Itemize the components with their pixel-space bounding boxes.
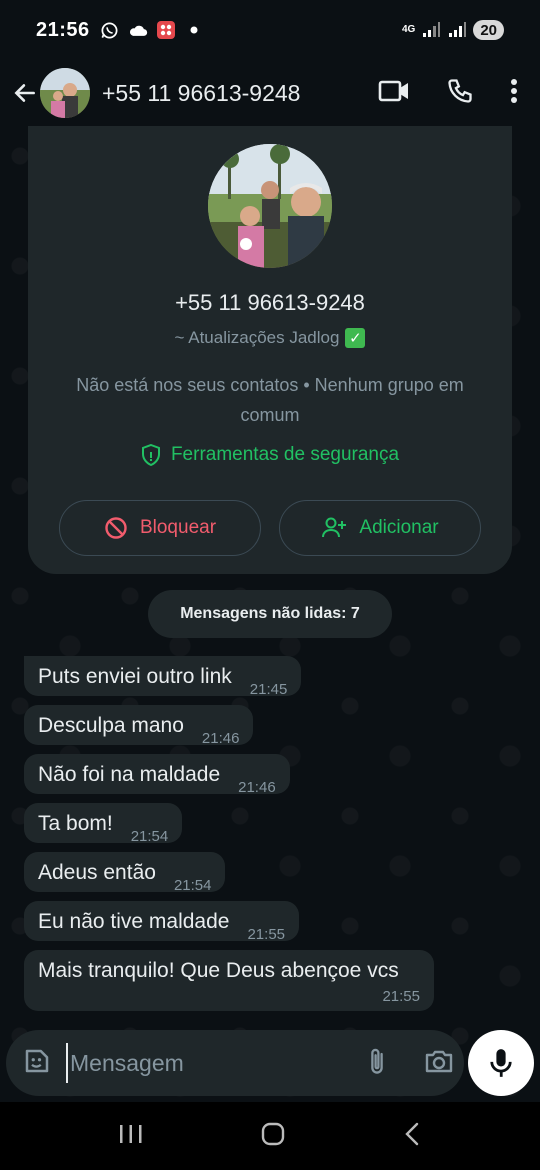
contact-avatar[interactable] [40,68,90,118]
message-bubble[interactable]: Ta bom! 21:54 [24,803,183,845]
app-notification-icon [156,20,176,40]
message-time: 21:55 [247,926,286,943]
back-arrow-icon [14,84,35,102]
home-button[interactable] [260,1121,286,1152]
message-bubble[interactable]: Puts enviei outro link 21:45 [24,656,302,698]
phone-icon [448,78,472,103]
message-time: 21:54 [130,828,169,845]
avatar-photo-icon [40,68,90,118]
profile-photo-icon [208,144,332,268]
message-text: Adeus então [38,861,156,884]
recent-apps-icon [120,1124,142,1143]
message-text: Mais tranquilo! Que Deus abençoe vcs [38,959,399,982]
message-time: 21:55 [382,988,420,1005]
home-icon [261,1122,285,1145]
back-button[interactable] [10,78,40,108]
voice-message-button[interactable] [468,1030,534,1096]
message-text: Puts enviei outro link [38,665,232,688]
message-bubble[interactable]: Eu não tive maldade 21:55 [24,901,300,943]
nav-back-icon [405,1122,419,1145]
system-navigation-bar [0,1102,540,1170]
notification-icons [100,20,204,40]
card-phone-number: +55 11 96613-9248 [175,290,365,315]
cloud-icon [128,20,148,40]
signal-2-icon [447,20,467,40]
safety-tools-label: Ferramentas de segurança [170,444,400,465]
push-name: ~ Atualizações Jadlog [174,328,340,347]
more-options-button[interactable] [510,78,518,109]
message-text: Ta bom! [38,812,113,835]
signal-icon [421,20,441,40]
card-subtitle: ~ Atualizações Jadlog ✓ [175,328,366,348]
message-bubble[interactable]: Adeus então 21:54 [24,852,226,894]
more-options-icon [511,78,517,103]
contact-profile-photo[interactable] [208,144,332,268]
recent-apps-button[interactable] [118,1123,144,1150]
card-actions: Bloquear Adicionar [59,500,481,556]
message-time: 21:46 [201,730,240,747]
network-type-icon: 4G [401,24,416,35]
message-time: 21:54 [173,877,212,894]
chat-header: +55 11 96613-9248 [0,60,540,126]
unread-messages-divider: Mensagens não lidas: 7 [148,590,392,638]
voice-call-button[interactable] [446,77,474,110]
message-time: 21:45 [249,681,288,698]
message-text: Desculpa mano [38,714,184,737]
paperclip-icon [371,1048,383,1074]
message-text: Não foi na maldade [38,763,221,786]
whatsapp-notification-icon [100,20,120,40]
status-right: 4G 20 [402,20,504,40]
contact-title[interactable]: +55 11 96613-9248 [102,80,300,107]
battery-indicator: 20 [473,20,504,40]
video-call-icon [378,80,408,101]
status-bar: 21:56 4G 20 [0,0,540,60]
emoji-button[interactable] [22,1046,52,1081]
camera-button[interactable] [424,1048,454,1079]
message-bubble[interactable]: Mais tranquilo! Que Deus abençoe vcs 21:… [24,950,434,1011]
contact-info-card: +55 11 96613-9248 ~ Atualizações Jadlog … [28,126,512,574]
block-label: Bloquear [139,517,217,538]
check-mark-icon: ✓ [345,328,366,348]
safety-tools-link[interactable]: Ferramentas de segurança [141,444,399,466]
shield-icon [141,444,160,466]
sticker-emoji-icon [25,1049,49,1072]
chat-area[interactable]: +55 11 96613-9248 ~ Atualizações Jadlog … [0,126,540,1102]
block-icon [105,517,127,539]
add-person-icon [322,517,347,538]
attach-button[interactable] [366,1046,388,1081]
add-contact-label: Adicionar [359,517,439,538]
video-call-button[interactable] [378,78,410,109]
message-text: Eu não tive maldade [38,910,230,933]
microphone-icon [490,1049,512,1077]
status-time: 21:56 [36,18,90,41]
more-notifications-dot-icon [184,20,204,40]
message-time: 21:46 [238,779,276,796]
nav-back-button[interactable] [402,1121,422,1152]
composer [6,1030,464,1096]
message-bubble[interactable]: Desculpa mano 21:46 [24,705,254,747]
message-input[interactable] [66,1043,366,1083]
message-bubble[interactable]: Não foi na maldade 21:46 [24,754,290,796]
camera-icon [425,1050,453,1072]
add-contact-button[interactable]: Adicionar [279,500,481,556]
block-button[interactable]: Bloquear [59,500,261,556]
contact-note: Não está nos seus contatos • Nenhum grup… [76,375,464,425]
